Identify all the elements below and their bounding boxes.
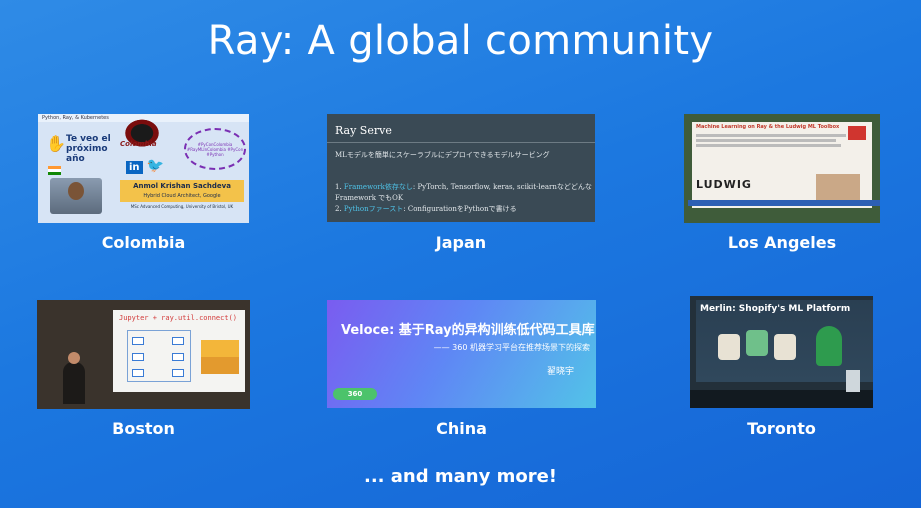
slide-title: Ray: A global community [207,18,714,64]
ludwig-logo: LUDWIG [696,178,752,191]
caption-china: China [436,419,487,438]
speaker-role: Hybrid Cloud Architect, Google [143,193,221,199]
hashtag-cloud: #PyConColombia #RayMLInColombia #PyCon #… [184,128,246,170]
china-subheading: —— 360 机器学习平台在推荐场景下的探索 [433,343,590,352]
colombia-crest-icon [116,116,168,154]
list-highlight: Pythonファースト [343,205,404,213]
thumbnail-boston: Jupyter + ray.util.connect() [37,300,250,409]
twitter-icon: 🐦 [146,158,164,174]
thumbnail-china: Veloce: 基于Ray的异构训练低代码工具库 —— 360 机器学习平台在推… [327,300,596,408]
list-text: : ConfigurationをPythonで書ける [403,205,517,213]
diagram-node [172,353,184,361]
colombia-greeting: Te veo el próximo año [66,134,111,164]
footer-text: ... and many more! [363,466,558,487]
caption-toronto: Toronto [747,419,816,438]
india-flag-icon [48,166,61,175]
bottom-banner [688,200,880,206]
presenter [63,352,85,404]
speaker-figure [846,370,860,392]
toronto-heading: Merlin: Shopify's ML Platform [700,304,851,314]
caption-colombia: Colombia [101,233,186,252]
thumbnail-japan: Ray Serve MLモデルを簡単にスケーラブルにデプロイできるモデルサービン… [327,114,595,222]
speaker-namebox: Anmol Krishan Sachdeva Hybrid Cloud Arch… [120,180,244,202]
caption-los-angeles: Los Angeles [727,233,837,252]
event-logo-icon [848,126,866,140]
mascot-icon [718,334,740,360]
diagram-node [132,353,144,361]
diagram-node [172,337,184,345]
diagram-node [132,337,144,345]
china-heading: Veloce: 基于Ray的异构训练低代码工具库 [341,323,595,338]
speaker-camera [816,174,860,202]
china-speaker: 翟晓宇 [546,367,574,377]
divider [327,142,595,143]
wave-hand-icon: ✋ [46,134,66,153]
list-number: 1. [335,183,342,191]
thumbnail-los-angeles: Machine Learning on Ray & the Ludwig ML … [684,114,880,223]
mascot-icon [746,330,768,356]
speaker-name: Anmol Krishan Sachdeva [133,182,231,190]
crest-label: Colombia [120,140,157,148]
social-logos: in 🐦 [126,158,164,174]
linkedin-icon: in [126,161,143,174]
thumbnail-toronto: Merlin: Shopify's ML Platform [690,296,873,408]
boston-code: Jupyter + ray.util.connect() [119,314,238,322]
speaker-detail: MSc Advanced Computing, University of Br… [130,204,234,209]
diagram-node [172,369,184,377]
japan-heading: Ray Serve [335,124,392,137]
caption-boston: Boston [112,419,175,438]
stage [690,390,873,408]
meme-image [201,340,239,374]
caption-japan: Japan [435,233,487,252]
company-logo: 360 [333,388,377,400]
la-heading: Machine Learning on Ray & the Ludwig ML … [696,124,840,130]
list-item: 1. Framework依存なし: PyTorch, Tensorflow, k… [335,182,595,204]
architecture-diagram [127,330,191,382]
speaker-photo [50,178,102,214]
list-number: 2. [335,205,342,213]
list-highlight: Framework依存なし [343,183,413,191]
la-body-text [692,134,872,147]
thumbnail-colombia: Python, Ray, & Kubernetes ✋ Te veo el pr… [38,114,249,223]
japan-intro: MLモデルを簡単にスケーラブルにデプロイできるモデルサービング [335,151,550,159]
japan-list: 1. Framework依存なし: PyTorch, Tensorflow, k… [335,182,595,215]
mascot-icon [774,334,796,360]
wizard-mascot-icon [816,326,842,366]
list-item: 2. Pythonファースト: ConfigurationをPythonで書ける [335,204,595,215]
diagram-node [132,369,144,377]
